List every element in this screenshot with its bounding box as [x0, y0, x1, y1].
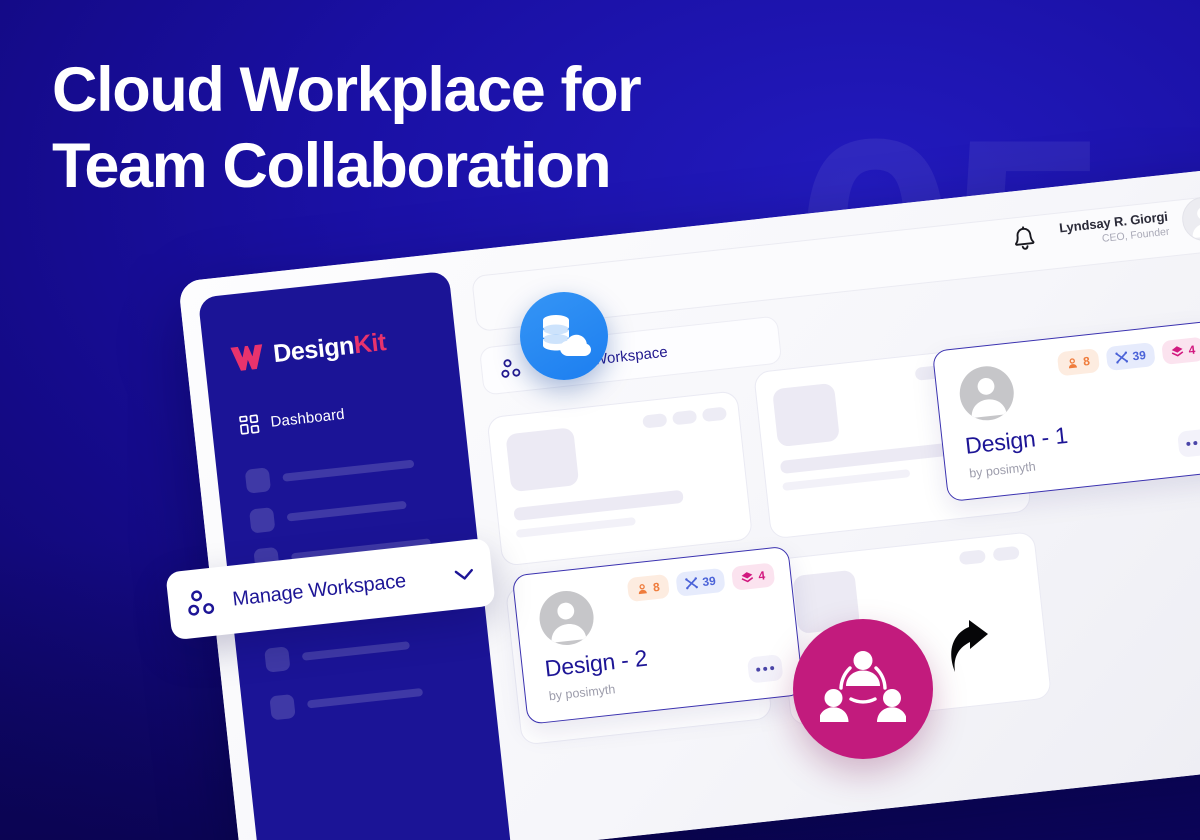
dashboard-window: DesignKit Dashboard Lyndsay R. Giorgi CE… — [178, 165, 1200, 840]
team-collaboration-badge — [793, 619, 933, 759]
placeholder-square-icon — [249, 507, 276, 534]
placeholder-bar — [286, 500, 407, 522]
notifications-button[interactable] — [1012, 225, 1037, 256]
cloud-database-badge — [520, 292, 608, 380]
more-options-button[interactable] — [1177, 428, 1200, 458]
curved-up-arrow — [948, 618, 994, 679]
more-options-icon — [1193, 440, 1198, 446]
sidebar-placeholder-item[interactable] — [269, 674, 471, 721]
badge-layers-value: 4 — [757, 568, 766, 583]
app-logo: DesignKit — [229, 328, 387, 374]
members-icon — [1069, 357, 1078, 368]
team-network-icon — [820, 651, 906, 722]
user-avatar-icon — [1192, 206, 1200, 239]
headline-line-1: Cloud Workplace for — [52, 55, 642, 125]
app-logo-text: DesignKit — [272, 328, 388, 369]
dashboard-mockup: DesignKit Dashboard Lyndsay R. Giorgi CE… — [178, 165, 1200, 840]
cloud-database-icon — [543, 315, 591, 356]
user-avatar-icon — [971, 377, 1007, 419]
project-card-badges: 8 39 4 — [1057, 336, 1200, 377]
avatar — [536, 588, 597, 648]
project-author: by posimyth — [548, 682, 616, 704]
placeholder-square-icon — [269, 693, 296, 721]
shuffle-icon — [685, 577, 698, 590]
placeholder-pill — [992, 545, 1020, 562]
user-profile-names: Lyndsay R. Giorgi CEO, Founder — [1058, 208, 1170, 249]
placeholder-bar — [282, 459, 415, 482]
more-options-icon — [756, 667, 761, 672]
layers-icon — [741, 572, 754, 583]
manage-workspace-label: Manage Workspace — [231, 569, 408, 611]
placeholder-pill — [671, 409, 698, 426]
layers-icon — [1172, 346, 1184, 357]
project-title: Design - 1 — [963, 421, 1069, 459]
placeholder-pill — [642, 413, 668, 429]
logo-text-last: Kit — [352, 327, 388, 360]
page-title: Cloud Workplace for Team Collaboration — [52, 52, 732, 204]
placeholder-bar — [301, 641, 411, 661]
badge-members: 8 — [626, 573, 670, 603]
badge-layers: 4 — [1161, 336, 1200, 365]
placeholder-bar — [513, 489, 684, 522]
placeholder-pill — [701, 406, 728, 423]
placeholder-bar — [515, 517, 636, 538]
sidebar-item-dashboard-label: Dashboard — [269, 405, 346, 431]
sidebar-item-dashboard[interactable]: Dashboard — [239, 405, 346, 435]
sidebar-placeholder-item[interactable] — [249, 487, 451, 534]
curved-up-arrow-icon — [951, 620, 988, 672]
badge-shuffle-value: 39 — [701, 573, 717, 590]
placeholder-bar — [779, 440, 967, 474]
sidebar-placeholder-item[interactable] — [264, 626, 466, 673]
badge-members-value: 8 — [1082, 354, 1091, 369]
placeholder-square-icon — [244, 467, 272, 494]
chevron-down-icon[interactable] — [454, 567, 475, 582]
badge-shuffle: 39 — [675, 567, 726, 597]
workspace-dots-icon — [188, 590, 215, 616]
headline-line-2: Team Collaboration — [52, 131, 612, 201]
members-icon — [639, 583, 648, 594]
avatar[interactable] — [1179, 194, 1200, 244]
sidebar-placeholder-item[interactable] — [244, 447, 447, 494]
badge-shuffle: 39 — [1105, 341, 1157, 372]
badge-members-value: 8 — [652, 579, 661, 595]
badge-shuffle-value: 39 — [1131, 347, 1147, 364]
placeholder-pill — [958, 549, 987, 566]
more-options-icon — [1186, 441, 1191, 447]
logo-text-first: Design — [271, 331, 356, 369]
project-card[interactable]: 8 39 — [931, 319, 1200, 503]
bell-icon — [1015, 226, 1035, 250]
badge-layers-value: 4 — [1187, 342, 1196, 358]
placeholder-bar — [306, 687, 424, 709]
dashboard-surface: DesignKit Dashboard Lyndsay R. Giorgi CE… — [178, 165, 1200, 840]
badge-members: 8 — [1057, 348, 1101, 377]
avatar — [956, 363, 1017, 424]
more-options-button[interactable] — [746, 654, 784, 684]
project-author: by posimyth — [968, 459, 1037, 481]
project-title: Design - 2 — [543, 644, 649, 682]
badge-layers: 4 — [731, 562, 776, 591]
placeholder-thumb — [505, 427, 580, 493]
placeholder-card — [486, 390, 754, 567]
placeholder-square-icon — [264, 646, 291, 673]
shuffle-icon — [1115, 351, 1128, 364]
more-options-icon — [769, 665, 775, 671]
workspace-dots-icon — [501, 359, 521, 378]
grid-dashboard-icon — [239, 414, 260, 435]
more-options-icon — [763, 666, 768, 672]
placeholder-bar — [782, 469, 911, 491]
placeholder-thumb — [772, 382, 840, 448]
project-card[interactable]: 8 39 — [511, 545, 805, 725]
user-avatar-icon — [551, 602, 587, 643]
project-card-badges: 8 39 4 — [626, 562, 776, 603]
designkit-w-mark-icon — [230, 343, 263, 371]
